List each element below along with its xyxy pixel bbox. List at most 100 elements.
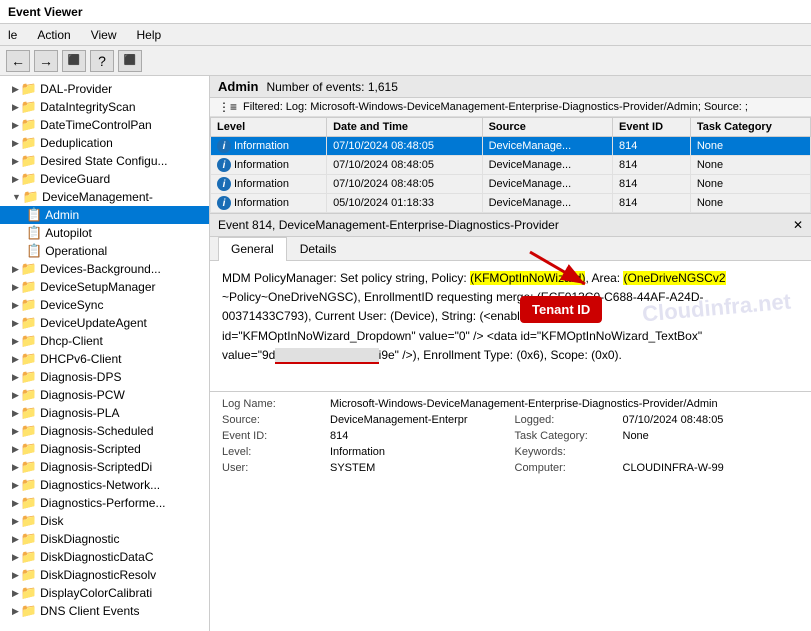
tree-item[interactable]: ▶ 📁 Dhcp-Client [0,332,209,350]
table-row[interactable]: iInformation07/10/2024 08:48:05DeviceMan… [211,175,811,194]
col-taskcategory[interactable]: Task Category [690,118,810,137]
tab-details[interactable]: Details [287,237,350,260]
tree-admin[interactable]: 📋 Admin [0,206,209,224]
tree-item[interactable]: ▶ 📁 DeviceGuard [0,170,209,188]
bottom-info: Log Name: Microsoft-Windows-DeviceManage… [210,391,811,480]
title-text: Event Viewer [8,5,82,19]
col-source[interactable]: Source [482,118,612,137]
tree-item[interactable]: ▶ 📁 Deduplication [0,134,209,152]
filter-bar: ⋮≡ Filtered: Log: Microsoft-Windows-Devi… [210,98,811,117]
event-count: Number of events: 1,615 [266,80,397,94]
eventid-value: 814 [330,430,507,442]
menu-bar: le Action View Help [0,24,811,46]
tree-item[interactable]: ▶ 📁 DeviceSetupManager [0,278,209,296]
tree-item[interactable]: ▶ 📁 Disk [0,512,209,530]
source-label: Source: [222,414,322,426]
toolbar: ← → ⬛ ? ⬛ [0,46,811,76]
table-row[interactable]: iInformation07/10/2024 08:48:05DeviceMan… [211,137,811,156]
menu-file[interactable]: le [4,26,21,44]
tenant-id-label: Tenant ID [520,296,602,324]
table-row[interactable]: iInformation07/10/2024 08:48:05DeviceMan… [211,156,811,175]
detail-header: Event 814, DeviceManagement-Enterprise-D… [210,214,811,237]
tree-item[interactable]: ▶ 📁 DHCPv6-Client [0,350,209,368]
tree-autopilot[interactable]: 📋 Autopilot [0,224,209,242]
tree-item[interactable]: ▶ 📁 DAL-Provider [0,80,209,98]
logged-label: Logged: [515,414,615,426]
tree-item[interactable]: ▶ 📁 Diagnostics-Network... [0,476,209,494]
col-eventid[interactable]: Event ID [613,118,691,137]
title-bar: Event Viewer [0,0,811,24]
tree-item[interactable]: ▶ 📁 DeviceUpdateAgent [0,314,209,332]
tree-item[interactable]: ▶ 📁 Diagnosis-Scripted [0,440,209,458]
source-cell: DeviceManage... [482,137,612,156]
tree-item[interactable]: ▶ 📁 DiskDiagnosticDataC [0,548,209,566]
tree-item[interactable]: ▶ 📁 DateTimeControlPan [0,116,209,134]
event-detail-panel: Event 814, DeviceManagement-Enterprise-D… [210,214,811,631]
tree-item[interactable]: ▶ 📁 DisplayColorCalibrati [0,584,209,602]
tree-item[interactable]: ▶ 📁 Diagnosis-ScriptedDi [0,458,209,476]
event-table: Level Date and Time Source Event ID Task… [210,117,811,213]
detail-content: Cloudinfra.net MDM PolicyManager: Set po… [210,261,811,391]
tree-device-management[interactable]: ▼ 📁 DeviceManagement- [0,188,209,206]
level-label: Level: [222,446,322,458]
source-cell: DeviceManage... [482,175,612,194]
filter-text: Filtered: Log: Microsoft-Windows-DeviceM… [243,101,748,113]
tree-item[interactable]: ▶ 📁 DataIntegrityScan [0,98,209,116]
source-cell: DeviceManage... [482,194,612,213]
level-cell: iInformation [211,156,327,175]
tree-item[interactable]: ▶ 📁 Devices-Background... [0,260,209,278]
detail-text: MDM PolicyManager: Set policy string, Po… [222,269,799,365]
computer-value: CLOUDINFRA-W-99 [623,462,800,474]
table-row[interactable]: iInformation05/10/2024 01:18:33DeviceMan… [211,194,811,213]
level-value: Information [330,446,507,458]
datetime-cell: 07/10/2024 08:48:05 [327,137,483,156]
detail-close-icon[interactable]: ✕ [793,218,803,232]
col-level[interactable]: Level [211,118,327,137]
tree-item[interactable]: ▶ 📁 DiskDiagnosticResolv [0,566,209,584]
tree-item[interactable]: ▶ 📁 DNS Client Events [0,602,209,620]
tree-item[interactable]: ▶ 📁 DeviceSync [0,296,209,314]
tree-item[interactable]: ▶ 📁 Diagnostics-Performe... [0,494,209,512]
info-icon: i [217,158,231,172]
arrow-annotation: Tenant ID [520,242,602,324]
view-button[interactable]: ⬛ [62,50,86,72]
tree-item[interactable]: ▶ 📁 Diagnosis-PCW [0,386,209,404]
forward-button[interactable]: → [34,50,58,72]
right-panel: Admin Number of events: 1,615 ⋮≡ Filtere… [210,76,811,631]
info-grid: Log Name: Microsoft-Windows-DeviceManage… [222,398,799,474]
tree-operational[interactable]: 📋 Operational [0,242,209,260]
user-label: User: [222,462,322,474]
log-name-value: Microsoft-Windows-DeviceManagement-Enter… [330,398,799,410]
help-button[interactable]: ? [90,50,114,72]
admin-label: Admin [218,79,258,94]
menu-help[interactable]: Help [133,26,166,44]
event-list-panel: Admin Number of events: 1,615 ⋮≡ Filtere… [210,76,811,214]
tree-item[interactable]: ▶ 📁 Desired State Configu... [0,152,209,170]
user-value: SYSTEM [330,462,507,474]
col-datetime[interactable]: Date and Time [327,118,483,137]
menu-action[interactable]: Action [33,26,74,44]
tree-panel[interactable]: ▶ 📁 DAL-Provider ▶ 📁 DataIntegrityScan ▶… [0,76,210,631]
taskcategory-label: Task Category: [515,430,615,442]
tab-general[interactable]: General [218,237,287,261]
tree-item[interactable]: ▶ 📁 DiskDiagnostic [0,530,209,548]
main-container: ▶ 📁 DAL-Provider ▶ 📁 DataIntegrityScan ▶… [0,76,811,631]
datetime-cell: 05/10/2024 01:18:33 [327,194,483,213]
keywords-label: Keywords: [515,446,615,458]
extra-button[interactable]: ⬛ [118,50,142,72]
info-icon: i [217,177,231,191]
back-button[interactable]: ← [6,50,30,72]
logged-value: 07/10/2024 08:48:05 [623,414,800,426]
tree-item[interactable]: ▶ 📁 Diagnosis-PLA [0,404,209,422]
source-value: DeviceManagement-Enterpr [330,414,507,426]
eventid-cell: 814 [613,156,691,175]
taskcategory-cell: None [690,137,810,156]
menu-view[interactable]: View [87,26,121,44]
filter-icon: ⋮≡ [218,100,237,114]
taskcategory-value: None [623,430,800,442]
tree-item[interactable]: ▶ 📁 Diagnosis-Scheduled [0,422,209,440]
tree-item[interactable]: ▶ 📁 Diagnosis-DPS [0,368,209,386]
taskcategory-cell: None [690,156,810,175]
computer-label: Computer: [515,462,615,474]
info-icon: i [217,196,231,210]
